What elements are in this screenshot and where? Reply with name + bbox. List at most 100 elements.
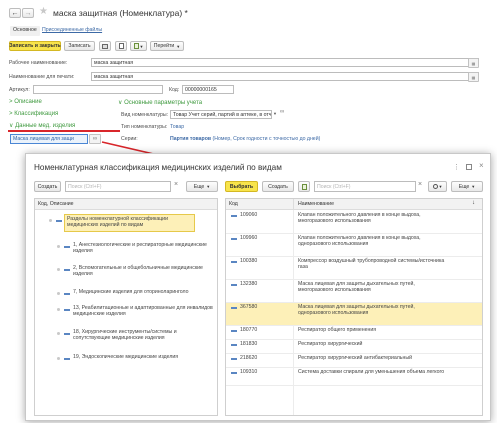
tree-item-label: 2, Вспомогательные и общебольничные меди…: [73, 265, 203, 277]
sort-arrow-icon[interactable]: ↓: [472, 200, 475, 206]
save-and-close-label: Записать и закрыть: [9, 43, 61, 49]
left-search-clear-icon[interactable]: ×: [174, 181, 178, 188]
row-code: 109960: [240, 235, 258, 241]
table-row[interactable]: 109310 Система доставки спирали для умень…: [226, 368, 482, 386]
group-icon: [64, 269, 70, 271]
group-icon: [64, 246, 70, 248]
left-create-button[interactable]: Создать: [34, 181, 61, 192]
dialog-maximize-icon[interactable]: [466, 164, 472, 170]
favorite-star-icon[interactable]: ★: [39, 6, 48, 17]
link-icon: ∞: [92, 136, 98, 142]
dialog-title: Номенклатурная классификация медицинских…: [34, 163, 282, 172]
save-label: Записать: [68, 43, 91, 49]
modified-mark: *: [184, 8, 188, 18]
chevron-right-icon: >: [9, 111, 13, 117]
save-button[interactable]: Записать: [64, 41, 95, 51]
print-button[interactable]: [99, 41, 111, 51]
window-title-text: маска защитная (Номенклатура): [53, 8, 183, 18]
tree-item[interactable]: 2, Вспомогательные и общебольничные меди…: [35, 265, 217, 283]
goto-label: Перейти: [153, 43, 175, 49]
item-icon: [231, 372, 237, 374]
translate-icon: ▦: [471, 60, 476, 66]
series-detail: (Номер, Срок годности с точностью до дне…: [212, 136, 321, 142]
section-medical[interactable]: ∨ Данные мед. изделия: [9, 122, 75, 129]
table-row[interactable]: 109060 Клапан положительного давления в к…: [226, 211, 482, 234]
tree-item-root[interactable]: Разделы номенклатурной классификации мед…: [35, 214, 217, 234]
document-icon: [118, 43, 124, 49]
type-label: Тип номенклатуры:: [121, 124, 168, 130]
table-row[interactable]: 181830 Респиратор хирургический: [226, 340, 482, 354]
row-code: 180770: [240, 327, 258, 333]
item-icon: [231, 344, 237, 346]
medical-kind-input[interactable]: Маска лицевая для защи: [10, 134, 88, 144]
item-icon: [231, 284, 237, 286]
chevron-down-icon: ▼: [438, 184, 443, 189]
item-icon: [231, 215, 237, 217]
dialog-more-icon[interactable]: ⋮: [453, 163, 460, 171]
item-icon: [231, 307, 237, 309]
right-create-label: Создать: [268, 183, 288, 190]
work-name-input[interactable]: маска защитная: [91, 58, 479, 67]
section-classification[interactable]: > Классификация: [9, 111, 58, 117]
select-button[interactable]: Выбрать: [225, 181, 258, 192]
row-code: 218620: [240, 355, 258, 361]
row-code: 181830: [240, 341, 258, 347]
table-row[interactable]: 100380 Компрессор воздушный трубопроводно…: [226, 257, 482, 280]
right-search-input[interactable]: Поиск (Ctrl+F): [314, 181, 416, 192]
section-main-params[interactable]: ∨ Основные параметры учета: [118, 99, 202, 106]
left-more-button[interactable]: Еще ▼: [186, 181, 218, 192]
type-value-link[interactable]: Товар: [170, 124, 184, 130]
section-description[interactable]: > Описание: [9, 99, 42, 105]
item-icon: [231, 261, 237, 263]
right-search-button[interactable]: ▼: [428, 181, 447, 192]
code-input[interactable]: 00000000165: [182, 85, 234, 94]
table-row[interactable]: 132380 Маска лицевая для защиты дыхательн…: [226, 280, 482, 303]
table-row[interactable]: 180770 Респиратор общего применения: [226, 326, 482, 340]
kind-open-button[interactable]: ∞: [280, 109, 284, 115]
language-button[interactable]: ▦: [468, 58, 479, 68]
right-create-button[interactable]: Создать: [262, 181, 294, 192]
tab-main[interactable]: Основное: [10, 26, 40, 36]
link-icon: ∞: [280, 109, 285, 115]
goto-button[interactable]: Перейти ▼: [150, 41, 184, 51]
right-refresh-button[interactable]: [298, 181, 310, 192]
back-button[interactable]: ←: [9, 8, 21, 18]
tree-item[interactable]: 19, Эндоскопические медицинские изделия: [35, 354, 217, 364]
create-based-on-button[interactable]: ▼: [130, 41, 147, 51]
classification-dialog: Номенклатурная классификация медицинских…: [25, 153, 491, 421]
table-row[interactable]: 218620 Респиратор хирургический антибакте…: [226, 354, 482, 368]
tree-panel: Код, Описание Разделы номенклатурной кла…: [34, 198, 218, 416]
work-name-label: Рабочее наименование:: [9, 60, 68, 66]
tree-item[interactable]: 13, Реабилитационные и адаптированные дл…: [35, 305, 217, 323]
right-more-button[interactable]: Еще ▼: [451, 181, 483, 192]
print-name-input[interactable]: маска защитная: [91, 72, 479, 81]
tree-item[interactable]: 1, Анестезиологические и респираторные м…: [35, 242, 217, 260]
chevron-down-icon: ▼: [273, 111, 277, 116]
article-input[interactable]: [33, 85, 163, 94]
tree-col-header: Код, Описание: [38, 201, 74, 207]
items-table: Код Наименование ↓ 109060 Клапан положите…: [225, 198, 483, 416]
chevron-down-icon: ▼: [139, 43, 144, 49]
tree-item[interactable]: 7, Медицинские изделия для оториноларинг…: [35, 289, 217, 299]
chevron-down-icon: ∨: [9, 123, 14, 129]
tree-expand-icon: [57, 268, 60, 271]
dialog-close-icon[interactable]: ×: [479, 161, 484, 170]
table-row[interactable]: 367580 Маска лицевая для защиты дыхательн…: [226, 303, 482, 326]
kind-dropdown-button[interactable]: ▼: [273, 111, 277, 116]
item-icon: [231, 330, 237, 332]
tree-expand-icon: [57, 245, 60, 248]
tree-expand-icon: [57, 308, 60, 311]
table-row[interactable]: 109960 Клапан положительного давления в к…: [226, 234, 482, 257]
left-create-label: Создать: [37, 183, 58, 190]
tree-expand-icon: [57, 357, 60, 360]
tab-files[interactable]: Присоединенные файлы: [42, 27, 102, 33]
kind-input[interactable]: Товар Учет серий, партий в аптеке, в отч: [170, 110, 272, 119]
save-and-close-button[interactable]: Записать и закрыть: [9, 41, 61, 51]
left-search-input[interactable]: Поиск (Ctrl+F): [65, 181, 171, 192]
forward-button[interactable]: →: [22, 8, 34, 18]
tree-item[interactable]: 18, Хирургические инструменты/системы и …: [35, 329, 217, 347]
right-search-clear-icon[interactable]: ×: [418, 181, 422, 188]
right-search-placeholder: Поиск (Ctrl+F): [317, 183, 351, 190]
language-button-2[interactable]: ▦: [468, 72, 479, 82]
report-button[interactable]: [115, 41, 127, 51]
